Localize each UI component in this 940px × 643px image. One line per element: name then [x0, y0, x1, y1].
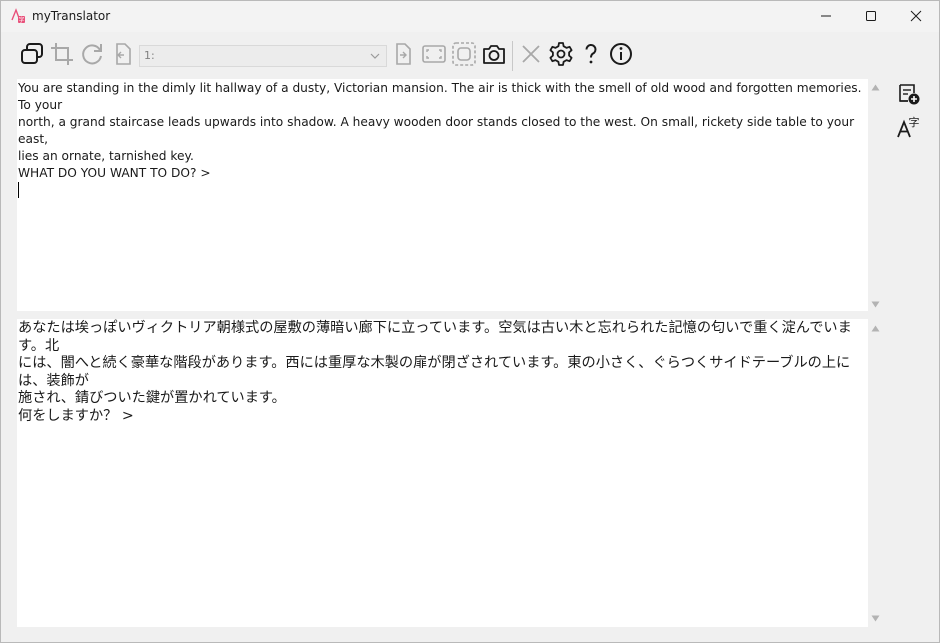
triangle-down-icon — [871, 301, 880, 308]
triangle-up-icon — [871, 325, 880, 332]
translation-text: あなたは埃っぽいヴィクトリア朝様式の屋敷の薄暗い廊下に立っています。空気は古い木… — [17, 319, 868, 425]
previous-page-icon — [109, 41, 135, 71]
title-bar[interactable]: 字 myTranslator — [1, 1, 939, 32]
add-note-icon — [897, 82, 921, 110]
triangle-up-icon — [871, 84, 880, 91]
translate-font-icon: 字 — [896, 114, 922, 144]
triangle-down-icon — [871, 615, 880, 622]
previous-page-button[interactable] — [108, 42, 136, 70]
close-icon — [910, 7, 922, 26]
svg-text:字: 字 — [909, 115, 920, 129]
source-line: north, a grand staircase leads upwards i… — [18, 115, 858, 146]
translation-line: には、闇へと続く豪華な階段があります。西には重厚な木製の扉が閉ざされています。東… — [18, 355, 851, 389]
chevron-down-icon — [370, 51, 380, 64]
source-line: WHAT DO YOU WANT TO DO? > — [18, 166, 211, 180]
add-note-button[interactable] — [896, 83, 922, 109]
next-page-button[interactable] — [390, 42, 418, 70]
translation-line: あなたは埃っぽいヴィクトリア朝様式の屋敷の薄暗い廊下に立っています。空気は古い木… — [18, 320, 852, 354]
camera-icon — [481, 41, 507, 71]
text-caret — [18, 182, 19, 198]
maximize-button[interactable] — [848, 1, 894, 32]
help-icon — [578, 41, 604, 71]
source-scroll-up[interactable] — [871, 83, 880, 92]
crop-icon — [49, 41, 75, 71]
window-title: myTranslator — [32, 9, 111, 23]
source-line: You are standing in the dimly lit hallwa… — [18, 81, 866, 112]
overlay-windows-button[interactable] — [18, 42, 46, 70]
source-text: You are standing in the dimly lit hallwa… — [17, 79, 868, 199]
settings-button[interactable] — [547, 42, 575, 70]
translation-text-area[interactable]: あなたは埃っぽいヴィクトリア朝様式の屋敷の薄暗い廊下に立っています。空気は古い木… — [17, 319, 868, 627]
app-window: 字 myTranslator 1: You are standing in th… — [0, 0, 940, 643]
page-selector-value: 1: — [144, 49, 155, 62]
refresh-icon — [79, 41, 105, 71]
translation-line: 施され、錆びついた鍵が置かれています。 — [18, 390, 286, 406]
fullscreen-region-button[interactable] — [420, 42, 448, 70]
close-window-button[interactable] — [893, 1, 939, 32]
select-region-button[interactable] — [450, 42, 478, 70]
info-icon — [608, 41, 634, 71]
translation-scroll-down[interactable] — [871, 614, 880, 623]
toolbar: 1: — [1, 37, 939, 75]
translation-line: 何をしますか？ > — [18, 407, 134, 424]
select-region-icon — [451, 41, 477, 71]
capture-button[interactable] — [480, 42, 508, 70]
help-button[interactable] — [577, 42, 605, 70]
translate-font-button[interactable]: 字 — [896, 114, 922, 144]
translation-scroll-up[interactable] — [871, 324, 880, 333]
maximize-icon — [865, 7, 877, 26]
minimize-button[interactable] — [803, 1, 849, 32]
crop-button[interactable] — [48, 42, 76, 70]
info-button[interactable] — [607, 42, 635, 70]
fullscreen-region-icon — [421, 41, 447, 71]
toolbar-separator — [512, 41, 513, 71]
settings-icon — [548, 41, 574, 71]
source-scroll-down[interactable] — [871, 300, 880, 309]
page-selector[interactable]: 1: — [139, 45, 387, 67]
source-text-area[interactable]: You are standing in the dimly lit hallwa… — [17, 79, 868, 311]
overlay-windows-icon — [19, 41, 45, 71]
refresh-button[interactable] — [78, 42, 106, 70]
source-line: lies an ornate, tarnished key. — [18, 149, 194, 163]
clear-icon — [518, 41, 544, 71]
svg-text:字: 字 — [18, 16, 24, 24]
clear-button[interactable] — [517, 42, 545, 70]
next-page-icon — [391, 41, 417, 71]
app-logo-icon: 字 — [10, 8, 26, 24]
minimize-icon — [820, 7, 832, 26]
